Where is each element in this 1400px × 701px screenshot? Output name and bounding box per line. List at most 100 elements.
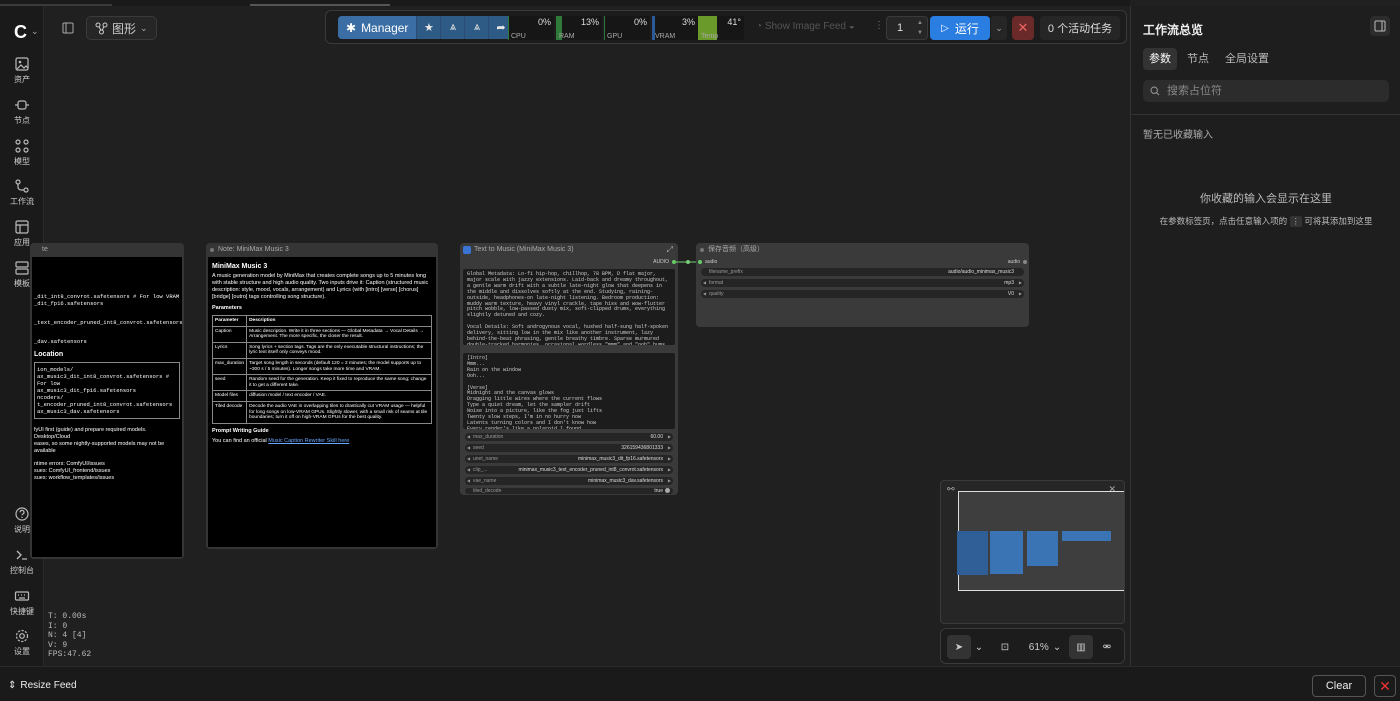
expand-icon[interactable]: ⤢ <box>667 243 673 257</box>
format-widget[interactable]: ◀ format mp3 ▶ <box>701 279 1024 287</box>
minimap-toggle-button[interactable]: ▥ <box>1069 635 1093 659</box>
star-button[interactable]: ★ <box>416 16 440 39</box>
meter-value: 0% <box>537 17 551 27</box>
max-duration-widget[interactable]: ◀ max_duration 60.00 ▶ <box>465 433 673 441</box>
seed-widget[interactable]: ◀ seed 326159436801333 ▶ <box>465 444 673 452</box>
select-tool-button[interactable]: ➤ <box>947 635 971 659</box>
batch-count-stepper[interactable]: 1 ▲ ▼ <box>886 16 928 40</box>
cancel-run-button[interactable]: ✕ <box>1012 16 1034 40</box>
unload-models-button[interactable]: ⩓ <box>440 16 464 39</box>
search-input[interactable]: 搜索占位符 <box>1143 80 1389 102</box>
table-header-cell: Parameter <box>211 315 248 327</box>
chevron-down-icon[interactable]: ▼ <box>917 30 923 36</box>
close-feed-button[interactable]: ✕ <box>1374 675 1396 697</box>
sidebar-item-assets[interactable]: 资产 <box>0 56 44 85</box>
run-options-button[interactable]: ⌄ <box>991 16 1007 40</box>
increment-arrow-icon[interactable]: ▶ <box>668 433 671 441</box>
decrement-arrow-icon[interactable]: ◀ <box>467 477 470 485</box>
decrement-arrow-icon[interactable]: ◀ <box>467 433 470 441</box>
app-logo[interactable]: C <box>14 22 27 43</box>
text-to-music-node[interactable]: Text to Music (MiniMax Music 3) ⤢ AUDIO … <box>460 243 678 495</box>
table-cell: Random seed for the generation. Keep it … <box>246 374 432 392</box>
collapse-dot-icon[interactable] <box>700 248 704 252</box>
increment-arrow-icon[interactable]: ▶ <box>668 466 671 474</box>
tiled-decode-toggle[interactable]: tiled_decode true <box>465 488 673 494</box>
panel-collapse-button[interactable] <box>1370 16 1390 36</box>
widget-name: quality <box>709 291 724 297</box>
table-cell: Tiled decode <box>211 400 248 424</box>
broom-icon: ⩓ <box>473 21 481 33</box>
decrement-arrow-icon[interactable]: ◀ <box>467 466 470 474</box>
chevron-down-icon[interactable]: ⌄ <box>31 26 39 37</box>
hide-links-button[interactable]: ⚮ <box>1095 635 1119 659</box>
decrement-arrow-icon[interactable]: ◀ <box>703 279 706 287</box>
caption-textarea[interactable]: Global Metadata: Lo-fi hip-hop, chillhop… <box>463 269 675 345</box>
increment-arrow-icon[interactable]: ▶ <box>1019 279 1022 287</box>
cursor-icon: ➤ <box>954 641 964 653</box>
sidebar-item-shortcuts[interactable]: 快捷键 <box>0 588 44 617</box>
active-tasks-button[interactable]: 0 个活动任务 <box>1040 16 1120 40</box>
increment-arrow-icon[interactable]: ▶ <box>668 455 671 463</box>
partial-note-line: ntime errors: ComfyUI/issues <box>34 461 105 467</box>
decrement-arrow-icon[interactable]: ◀ <box>467 444 470 452</box>
clear-button[interactable]: Clear <box>1312 675 1366 697</box>
save-audio-node[interactable]: 保存音频（高级） audio audio filename_prefix aud… <box>696 243 1029 327</box>
note-node-minimax[interactable]: Note: MiniMax Music 3 MiniMax Music 3 A … <box>206 243 438 549</box>
chevron-up-icon[interactable]: ▲ <box>917 20 923 26</box>
filename-prefix-widget[interactable]: filename_prefix audio/audio_minimax_musi… <box>701 268 1024 276</box>
sidebar-item-settings[interactable]: 设置 <box>0 628 44 657</box>
chevron-down-icon: ⌄ <box>995 22 1003 33</box>
partial-note-line: ion_models/ <box>37 366 74 373</box>
increment-arrow-icon[interactable]: ▶ <box>1019 290 1022 298</box>
audio-input-slot[interactable] <box>698 260 702 264</box>
show-image-feed-toggle[interactable]: ◔ Show Image Feed ◒ <box>756 21 855 32</box>
sidebar-item-models[interactable]: 模型 <box>0 138 44 167</box>
close-icon: ✕ <box>1379 677 1391 694</box>
minimap-settings-icon[interactable]: ⚯ <box>947 484 955 495</box>
tab-global-settings[interactable]: 全局设置 <box>1219 48 1275 70</box>
fit-view-button[interactable]: ⊡ <box>993 635 1017 659</box>
minimap[interactable]: ⚯ ✕ <box>940 480 1125 624</box>
image-icon: ◔ <box>756 21 763 32</box>
resize-feed-handle[interactable]: ⇕ Resize Feed <box>8 680 77 691</box>
lyrics-textarea[interactable]: [Intro] Mmm... Rain on the window Ooh...… <box>463 353 675 429</box>
node-title-text: Text to Music (MiniMax Music 3) <box>474 246 574 253</box>
minimap-viewport[interactable] <box>957 491 1124 591</box>
run-button[interactable]: ▷ 运行 <box>930 16 990 40</box>
zoom-control[interactable]: 61% ⌄ <box>1021 635 1069 659</box>
partial-note-node[interactable]: te _dit_int8_convrot.safetensors # For l… <box>30 243 184 559</box>
quality-widget[interactable]: ◀ quality V0 ▶ <box>701 290 1024 298</box>
sidebar-item-workflows[interactable]: 工作流 <box>0 178 44 207</box>
params-table: Parameter Description Caption Music descr… <box>211 315 432 424</box>
note-guide-paragraph: You can find an official Music Caption R… <box>212 438 432 445</box>
table-cell: Decode the audio VAE in overlapping tile… <box>246 400 432 424</box>
increment-arrow-icon[interactable]: ▶ <box>668 444 671 452</box>
partial-note-line: _text_encoder_pruned_int8_convrot.safete… <box>34 319 182 326</box>
graph-mode-button[interactable]: 图形 ⌄ <box>86 16 157 40</box>
tab-nodes[interactable]: 节点 <box>1181 48 1215 70</box>
collapse-dot-icon[interactable] <box>210 248 214 252</box>
toggle-knob-icon <box>665 488 670 493</box>
partial-note-line: ax_music3_dit_int8_convrot.safetensors #… <box>37 373 170 387</box>
app-root: C ⌄ 资产 节点 模型 工作流 应用 模板 说明 控制台 快捷键 设置 图形 … <box>0 0 1400 701</box>
minimap-node <box>957 531 988 575</box>
decrement-arrow-icon[interactable]: ◀ <box>467 455 470 463</box>
partial-note-line: _dit_int8_convrot.safetensors # For low … <box>34 293 180 300</box>
audio-output-slot[interactable] <box>1023 260 1027 264</box>
increment-arrow-icon[interactable]: ▶ <box>668 477 671 485</box>
meter-label: VRAM <box>655 33 676 40</box>
tool-options-button[interactable]: ⌄ <box>972 635 986 659</box>
free-memory-button[interactable]: ⩓ <box>464 16 488 39</box>
unet-name-widget[interactable]: ◀ unet_name minimax_music3_dit_fp16.safe… <box>465 455 673 463</box>
note-guide-link[interactable]: Music Caption Rewriter Skill here <box>268 438 349 444</box>
decrement-arrow-icon[interactable]: ◀ <box>703 290 706 298</box>
clip-name-widget[interactable]: ◀ clip_... minimax_music3_text_encoder_p… <box>465 466 673 474</box>
table-row: Model files diffusion model / text encode… <box>211 390 432 402</box>
manager-button[interactable]: ✱ Manager <box>338 16 417 39</box>
vae-name-widget[interactable]: ◀ vae_name minimax_music3_dav.safetensor… <box>465 477 673 485</box>
panel-toggle-button[interactable] <box>56 16 80 40</box>
sidebar-item-nodes[interactable]: 节点 <box>0 97 44 126</box>
tab-parameters[interactable]: 参数 <box>1143 48 1177 70</box>
meter-value: 13% <box>580 17 599 27</box>
audio-output-label: AUDIO <box>653 259 669 265</box>
